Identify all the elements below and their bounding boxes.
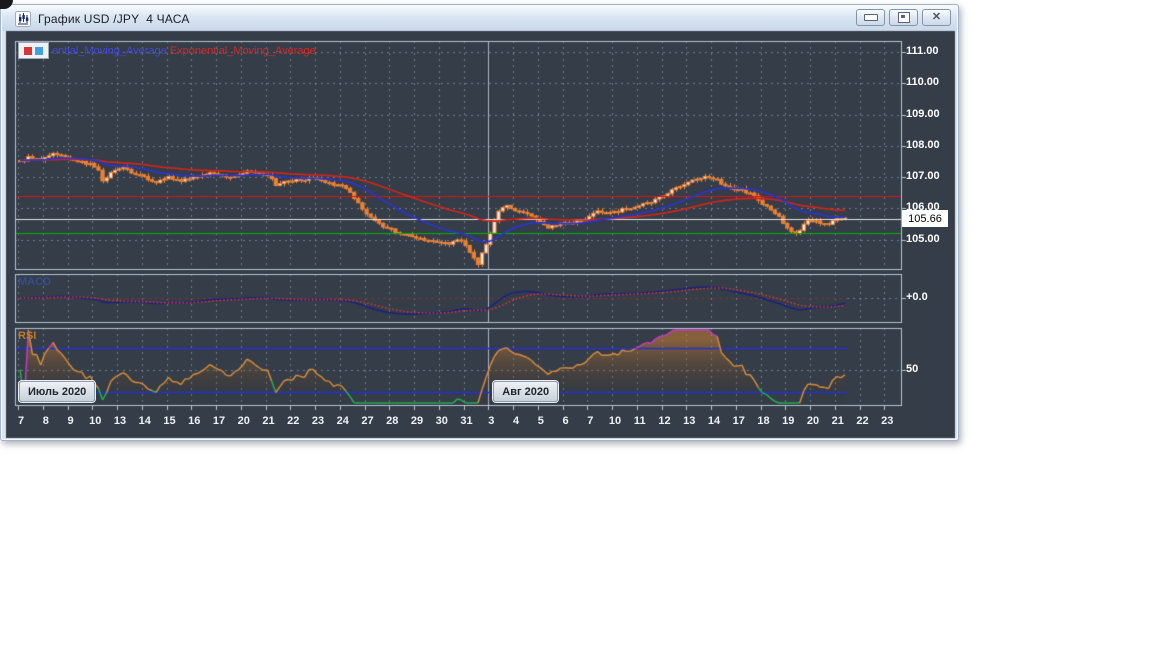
chart-window: График USD /JPY 4 ЧАСА ✕ ential_Moving_A… xyxy=(0,4,960,442)
x-axis-label: 15 xyxy=(163,415,176,427)
price-axis-label: 110.00 xyxy=(906,76,940,89)
price-axis-label: 111.00 xyxy=(906,45,939,57)
x-axis-label: 24 xyxy=(336,415,349,427)
x-axis-label: 9 xyxy=(67,415,74,427)
x-axis-label: 22 xyxy=(287,415,300,427)
x-axis-label: 5 xyxy=(537,415,544,427)
price-axis-label: 109.00 xyxy=(906,107,940,120)
x-axis-label: 14 xyxy=(138,415,151,427)
x-axis-label: 3 xyxy=(488,415,495,427)
x-axis-label: 21 xyxy=(262,415,275,427)
x-axis-label: 10 xyxy=(89,415,102,427)
legend-swatch-box[interactable] xyxy=(18,42,49,59)
x-axis-label: 10 xyxy=(608,415,622,427)
month-label: Авг 2020 xyxy=(493,381,559,402)
price-axis-label: 108.00 xyxy=(906,138,940,151)
x-axis-label: 7 xyxy=(17,415,25,427)
desktop: График USD /JPY 4 ЧАСА ✕ ential_Moving_A… xyxy=(0,0,1152,648)
x-axis-label: 17 xyxy=(212,415,226,427)
x-axis-label: 20 xyxy=(806,415,820,427)
x-axis-label: 12 xyxy=(658,415,671,427)
blue-swatch-icon xyxy=(35,46,43,55)
x-axis-label: 20 xyxy=(237,415,250,427)
x-axis-label: 13 xyxy=(113,415,127,427)
x-axis-label: 18 xyxy=(757,415,770,427)
x-axis-label: 7 xyxy=(587,415,594,427)
x-axis-label: 17 xyxy=(732,415,745,427)
x-axis-label: 4 xyxy=(512,415,520,427)
chart-canvas[interactable] xyxy=(1,5,960,442)
x-axis-label: 27 xyxy=(361,415,374,427)
x-axis-label: 23 xyxy=(881,415,894,427)
price-axis-label: 105.00 xyxy=(906,232,940,245)
x-axis-label: 22 xyxy=(856,415,869,427)
rsi-mid-label: 50 xyxy=(906,362,919,375)
x-axis-label: 30 xyxy=(435,415,448,427)
rsi-panel-label: RSI xyxy=(18,330,37,342)
macd-zero-label: +0.0 xyxy=(906,291,928,303)
month-label: Июль 2020 xyxy=(19,381,96,402)
x-axis-label: 21 xyxy=(831,415,844,427)
x-axis-label: 14 xyxy=(707,415,721,427)
x-axis-label: 8 xyxy=(42,415,49,427)
x-axis-label: 23 xyxy=(311,415,325,427)
x-axis-label: 16 xyxy=(188,415,201,427)
x-axis-label: 29 xyxy=(410,415,424,427)
indicator-legend: ential_Moving_Average Exponential_Moving… xyxy=(18,42,316,59)
x-axis-label: 31 xyxy=(460,415,473,427)
current-price-badge: 105.66 xyxy=(902,210,948,227)
x-axis-label: 11 xyxy=(633,415,646,427)
x-axis-label: 28 xyxy=(386,415,399,427)
ema-legend-label-1: ential_Moving_Average xyxy=(52,44,167,57)
price-axis-label: 107.00 xyxy=(906,170,940,182)
x-axis-label: 19 xyxy=(782,415,795,427)
ema-legend-label-2: Exponential_Moving_Average xyxy=(169,44,316,57)
x-axis-label: 6 xyxy=(562,415,569,427)
x-axis-label: 13 xyxy=(683,415,696,427)
macd-panel-label: MACD xyxy=(18,276,51,288)
red-swatch-icon xyxy=(24,46,32,55)
